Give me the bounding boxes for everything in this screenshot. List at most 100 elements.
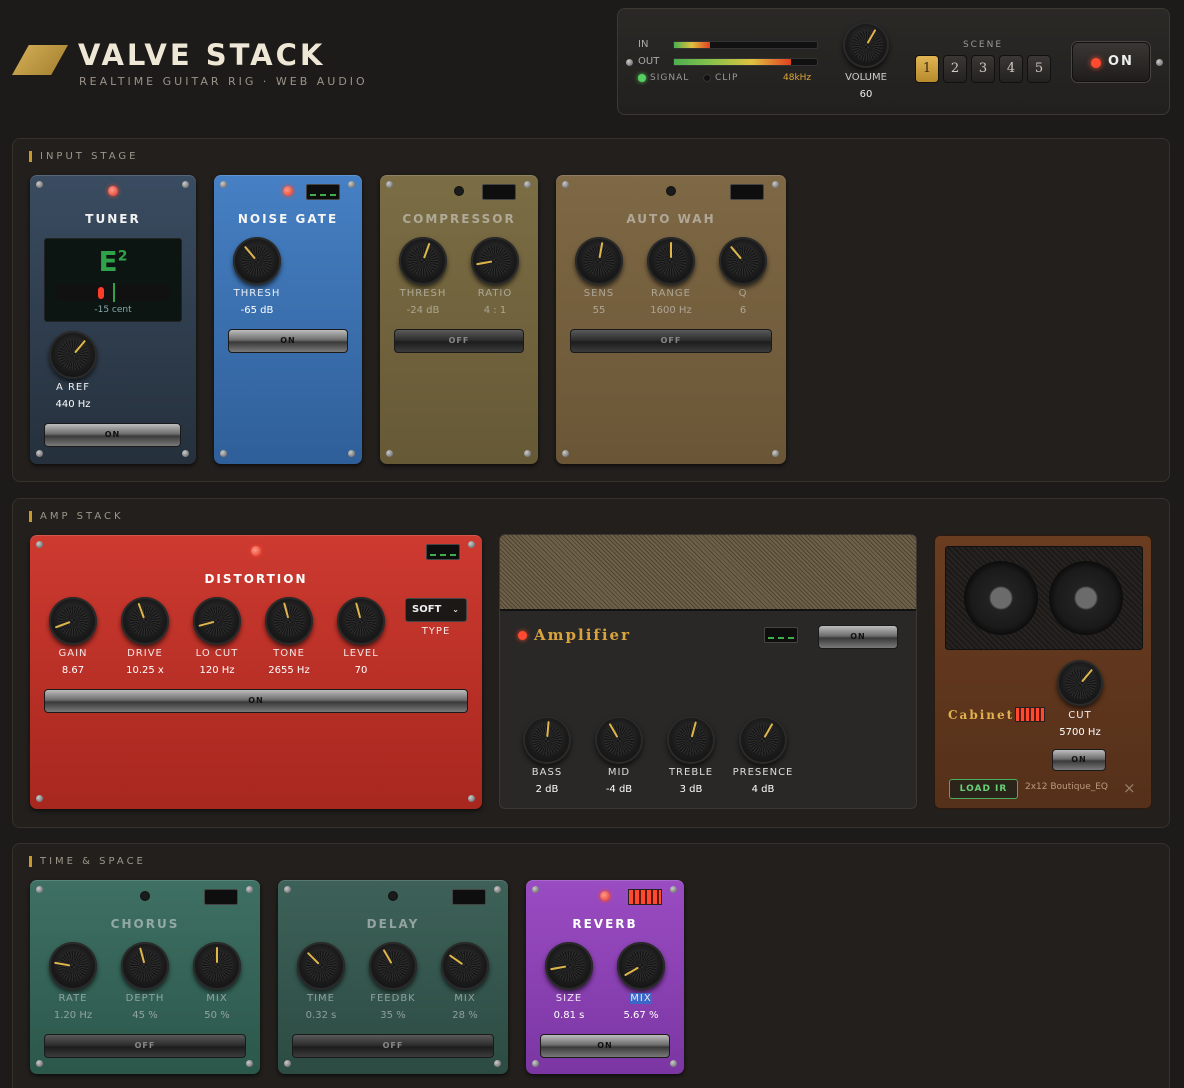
auto-wah-led [666,186,676,196]
chorus-mix-value: 50 % [204,1010,230,1021]
bass-knob[interactable] [523,716,571,764]
type-select[interactable]: SOFT ⌄ [405,598,467,622]
feedback-label: FEEDBK [370,993,416,1004]
tuner-note: E [98,245,118,278]
treble-value: 3 dB [679,784,703,795]
rate-value: 1.20 Hz [53,1010,93,1021]
depth-knob[interactable] [121,942,169,990]
ratio-knob[interactable] [471,237,519,285]
tone-knob[interactable] [265,597,313,645]
time-value: 0.32 s [305,1010,337,1021]
noise-gate-switch[interactable]: ON [228,329,348,353]
depth-value: 45 % [132,1010,158,1021]
ratio-label: RATIO [477,288,513,299]
range-knob[interactable] [647,237,695,285]
signal-led [638,74,646,82]
reverb-mix-value: 5.67 % [623,1010,659,1021]
chorus-mix-knob[interactable] [193,942,241,990]
delay-meter [452,889,486,905]
feedback-knob[interactable] [369,942,417,990]
size-knob[interactable] [545,942,593,990]
tone-label: TONE [273,648,305,659]
load-ir-button[interactable]: LOAD IR [949,779,1018,799]
delay-mix-label: MIX [454,993,476,1004]
drive-label: DRIVE [127,648,163,659]
compressor-title: COMPRESSOR [402,212,516,226]
range-value: 1600 Hz [650,305,692,316]
delay-switch[interactable]: OFF [292,1034,494,1058]
chorus-mix-label: MIX [206,993,228,1004]
noise-gate-meter [306,184,340,200]
mid-knob[interactable] [595,716,643,764]
gain-knob[interactable] [49,597,97,645]
tuner-display: E2 -15 cent [44,238,182,322]
cabinet-panel: Cabinet CUT 5700 Hz ON LOAD IR 2x12 Bout… [934,535,1152,809]
cabinet-grille [945,546,1143,650]
screw [626,59,633,66]
comp-thresh-knob[interactable] [399,237,447,285]
scene-button-1[interactable]: 1 [915,55,939,83]
cut-knob[interactable] [1057,660,1103,706]
chorus-switch[interactable]: OFF [44,1034,246,1058]
distortion-meter [426,544,460,560]
power-button[interactable]: ON [1072,42,1150,82]
clip-label: CLIP [715,73,739,83]
time-knob[interactable] [297,942,345,990]
sens-label: SENS [583,288,615,299]
delay-mix-value: 28 % [452,1010,478,1021]
sens-knob[interactable] [575,237,623,285]
distortion-pedal: DISTORTION GAIN 8.67 DRIVE 10.25 x LO CU… [30,535,482,809]
amp-led [518,631,527,640]
scene-button-4[interactable]: 4 [999,55,1023,83]
treble-label: TREBLE [668,767,714,778]
compressor-switch[interactable]: OFF [394,329,524,353]
scene-button-5[interactable]: 5 [1027,55,1051,83]
reverb-mix-knob[interactable] [617,942,665,990]
auto-wah-meter [730,184,764,200]
amp-switch[interactable]: ON [818,625,898,649]
noise-gate-led [283,186,293,196]
tuner-switch[interactable]: ON [44,423,181,447]
scene-button-2[interactable]: 2 [943,55,967,83]
section-label: AMP STACK [29,511,124,522]
rate-knob[interactable] [49,942,97,990]
tuner-title: TUNER [85,212,141,226]
volume-label: VOLUME [845,72,887,83]
depth-label: DEPTH [125,993,165,1004]
a-ref-knob[interactable] [49,331,97,379]
amp-title: Amplifier [534,626,631,644]
presence-knob[interactable] [739,716,787,764]
lo-cut-knob[interactable] [193,597,241,645]
q-knob[interactable] [719,237,767,285]
ratio-value: 4 : 1 [483,305,507,316]
distortion-switch[interactable]: ON [44,689,468,713]
sens-value: 55 [592,305,606,316]
range-label: RANGE [651,288,691,299]
reverb-title: REVERB [572,917,638,931]
drive-knob[interactable] [121,597,169,645]
master-panel: IN OUT SIGNAL CLIP 48kHz VOLUME 60 SCENE… [617,8,1170,115]
cabinet-switch[interactable]: ON [1052,749,1106,771]
thresh-value: -65 dB [240,305,274,316]
treble-knob[interactable] [667,716,715,764]
time-label: TIME [306,993,335,1004]
a-ref-label: A REF [55,382,91,393]
speaker-icon [964,561,1038,635]
app-root: VALVE STACK REALTIME GUITAR RIG · WEB AU… [0,0,1184,1088]
close-icon[interactable]: × [1123,779,1136,797]
level-value: 70 [354,665,368,676]
delay-mix-knob[interactable] [441,942,489,990]
auto-wah-switch[interactable]: OFF [570,329,772,353]
level-knob[interactable] [337,597,385,645]
scene-button-3[interactable]: 3 [971,55,995,83]
reverb-switch[interactable]: ON [540,1034,670,1058]
chorus-meter [204,889,238,905]
cut-label: CUT [1068,710,1092,721]
speaker-icon [1049,561,1123,635]
chevron-down-icon: ⌄ [452,605,459,614]
volume-knob[interactable] [843,22,889,68]
lo-cut-value: 120 Hz [199,665,235,676]
thresh-knob[interactable] [233,237,281,285]
compressor-meter [482,184,516,200]
scene-buttons: 12345 [915,55,1051,85]
